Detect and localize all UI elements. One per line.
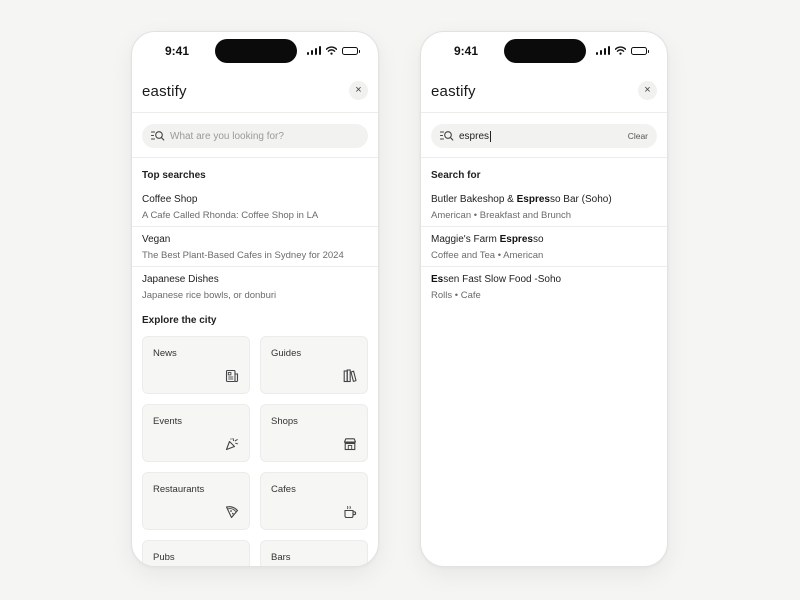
- list-item[interactable]: Coffee Shop A Cafe Called Rhonda: Coffee…: [132, 187, 378, 227]
- dynamic-island: [215, 39, 297, 63]
- explore-heading: Explore the city: [142, 315, 217, 326]
- list-item[interactable]: Maggie's Farm Espresso Coffee and Tea • …: [421, 227, 667, 267]
- search-results-list: Butler Bakeshop & Espresso Bar (Soho) Am…: [421, 187, 667, 307]
- tile-label: Events: [153, 416, 183, 427]
- tile-shops[interactable]: Shops: [260, 404, 368, 462]
- list-item-subtitle: Coffee and Tea • American: [431, 250, 544, 261]
- list-item-title: Coffee Shop: [142, 194, 198, 205]
- title-match-highlight: Espres: [499, 234, 533, 245]
- newspaper-icon: [225, 369, 239, 383]
- tile-bars[interactable]: Bars: [260, 540, 368, 566]
- tile-label: Pubs: [153, 552, 175, 563]
- app-header: eastify ×: [421, 70, 667, 113]
- close-button[interactable]: ×: [349, 81, 368, 100]
- coffee-cup-icon: [344, 506, 357, 519]
- list-item-subtitle: Japanese rice bowls, or donburi: [142, 290, 277, 301]
- tile-label: Restaurants: [153, 484, 205, 495]
- wifi-icon: [326, 46, 337, 55]
- list-item-subtitle: American • Breakfast and Brunch: [431, 210, 572, 221]
- status-bar: 9:41: [421, 32, 667, 70]
- cellular-signal-icon: [595, 46, 610, 55]
- dynamic-island: [504, 39, 586, 63]
- status-icons: [595, 46, 649, 55]
- tile-label: Guides: [271, 348, 302, 359]
- phone-screen-search-empty: 9:41 eastify × Top searche: [131, 31, 379, 567]
- list-item-title: Maggie's Farm Espresso: [431, 233, 657, 246]
- list-item-title: Vegan: [142, 234, 171, 245]
- title-match-highlight: Espres: [516, 194, 550, 205]
- list-item-title: Japanese Dishes: [142, 274, 219, 285]
- title-suffix: so: [532, 234, 544, 245]
- search-bar[interactable]: espres Clear: [431, 124, 657, 148]
- tile-restaurants[interactable]: Restaurants: [142, 472, 250, 530]
- list-item-title: Butler Bakeshop & Espresso Bar (Soho): [431, 193, 657, 206]
- list-item-title: Essen Fast Slow Food -Soho: [431, 273, 657, 286]
- list-item-subtitle: The Best Plant-Based Cafes in Sydney for…: [142, 250, 344, 261]
- party-popper-icon: [225, 438, 239, 451]
- app-header: eastify ×: [132, 70, 378, 113]
- battery-icon: [631, 46, 649, 55]
- books-icon: [343, 369, 357, 383]
- phone-screen-search-results: 9:41 eastify × espres Clear Search for B…: [420, 31, 668, 567]
- list-item-subtitle: A Cafe Called Rhonda: Coffee Shop in LA: [142, 210, 319, 221]
- status-bar: 9:41: [132, 32, 378, 70]
- app-logo: eastify: [142, 83, 187, 100]
- status-time: 9:41: [454, 44, 479, 58]
- search-input[interactable]: espres: [459, 130, 492, 142]
- storefront-icon: [343, 438, 357, 451]
- title-prefix: Maggie's Farm: [431, 234, 500, 245]
- tile-label: Shops: [271, 416, 298, 427]
- search-section: [132, 113, 378, 158]
- search-filter-icon: [440, 131, 454, 141]
- list-item-subtitle: Rolls • Cafe: [431, 290, 481, 301]
- app-logo: eastify: [431, 83, 476, 100]
- search-bar[interactable]: [142, 124, 368, 148]
- pizza-slice-icon: [225, 506, 239, 519]
- cellular-signal-icon: [306, 46, 321, 55]
- battery-icon: [342, 46, 360, 55]
- tile-guides[interactable]: Guides: [260, 336, 368, 394]
- title-suffix: so Bar (Soho): [549, 194, 612, 205]
- clear-button[interactable]: Clear: [628, 131, 648, 141]
- close-button[interactable]: ×: [638, 81, 657, 100]
- tile-label: Cafes: [271, 484, 296, 495]
- search-for-heading: Search for: [431, 170, 481, 181]
- title-suffix: sen Fast Slow Food -Soho: [443, 274, 562, 285]
- search-input[interactable]: [170, 126, 340, 146]
- search-filter-icon: [151, 131, 165, 141]
- search-section: espres Clear: [421, 113, 667, 158]
- tile-pubs[interactable]: Pubs: [142, 540, 250, 566]
- list-item[interactable]: Japanese Dishes Japanese rice bowls, or …: [132, 267, 378, 307]
- list-item[interactable]: Butler Bakeshop & Espresso Bar (Soho) Am…: [421, 187, 667, 227]
- status-icons: [306, 46, 360, 55]
- list-item[interactable]: Vegan The Best Plant-Based Cafes in Sydn…: [132, 227, 378, 267]
- explore-grid: News Guides Events Shops Restaurants Caf…: [132, 336, 378, 566]
- tile-news[interactable]: News: [142, 336, 250, 394]
- search-query-text: espres: [459, 130, 490, 142]
- top-searches-list: Coffee Shop A Cafe Called Rhonda: Coffee…: [132, 187, 378, 307]
- tile-cafes[interactable]: Cafes: [260, 472, 368, 530]
- wifi-icon: [615, 46, 626, 55]
- list-item[interactable]: Essen Fast Slow Food -Soho Rolls • Cafe: [421, 267, 667, 307]
- text-cursor: [490, 130, 492, 142]
- status-time: 9:41: [165, 44, 190, 58]
- title-prefix: Butler Bakeshop &: [431, 194, 517, 205]
- title-match-highlight: Es: [431, 274, 444, 285]
- tile-events[interactable]: Events: [142, 404, 250, 462]
- tile-label: News: [153, 348, 177, 359]
- tile-label: Bars: [271, 552, 291, 563]
- top-searches-heading: Top searches: [142, 170, 206, 181]
